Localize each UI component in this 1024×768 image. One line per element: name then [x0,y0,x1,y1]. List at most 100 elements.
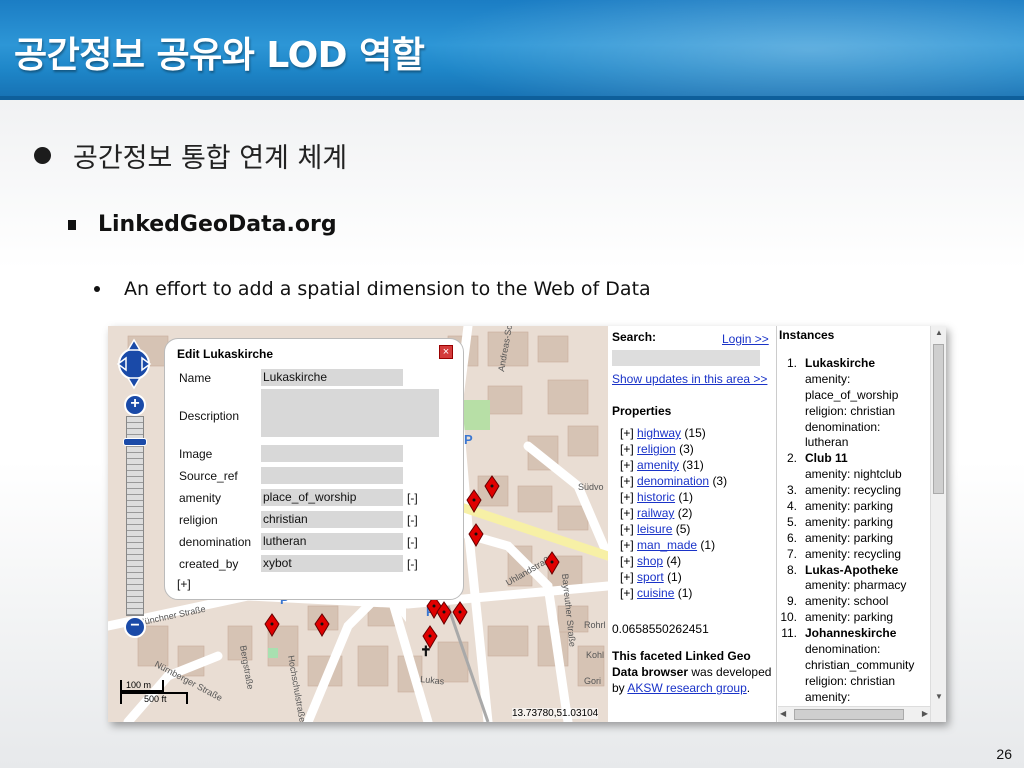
expand-toggle[interactable]: [+] [620,458,634,472]
property-link[interactable]: cuisine [637,586,674,600]
property-link[interactable]: amenity [637,458,679,472]
instance-number: 9. [786,594,797,609]
instance-line: 4. amenity: parking [777,499,927,515]
property-link[interactable]: denomination [637,474,709,488]
property-link[interactable]: historic [637,490,675,504]
scrollbar-thumb[interactable] [794,709,904,720]
instance-text: Club 11 [805,451,848,466]
scroll-right-icon[interactable]: ▶ [922,709,928,718]
field-row-source-ref: Source_ref [179,467,459,485]
property-link[interactable]: shop [637,554,663,568]
instance-line: amenity: [777,372,927,388]
field-label: denomination [179,535,252,549]
street-label: Kohl [586,650,604,660]
expand-toggle[interactable]: [+] [620,554,634,568]
scroll-up-icon[interactable]: ▲ [931,328,946,337]
property-link[interactable]: highway [637,426,681,440]
field-input[interactable]: christian [261,511,403,528]
vertical-scrollbar[interactable]: ▲ ▼ [930,326,946,722]
field-input[interactable] [261,467,403,484]
remove-field-button[interactable]: [-] [407,557,418,571]
slide-title: 공간정보 공유와 LOD 역할 [14,35,425,76]
street-label: Münchner Straße [136,604,206,628]
property-count: (1) [667,570,682,584]
property-link[interactable]: religion [637,442,676,456]
map-view[interactable]: Andreas-Schubert-Str. Münchner Straße Be… [108,326,608,722]
property-count: (3) [712,474,728,488]
credit-text: This faceted Linked Geo Data browser was… [612,648,772,696]
instance-line[interactable]: 1. Lukaskirche [777,356,927,372]
instance-text: Lukas-Apotheke [805,562,899,577]
login-link[interactable]: Login >> [722,332,769,346]
street-label: Rohrl [584,620,606,630]
field-input[interactable]: Lukaskirche [261,369,403,386]
property-count: (15) [684,426,706,440]
zoom-slider-track[interactable] [126,416,144,616]
field-label: religion [179,513,218,527]
remove-field-button[interactable]: [-] [407,535,418,549]
instance-line[interactable]: 2. Club 11 [777,451,927,467]
expand-toggle[interactable]: [+] [620,426,634,440]
field-row-created-by: created_by xybot [-] [179,555,459,573]
horizontal-scrollbar[interactable]: ◀ ▶ [778,706,930,722]
expand-toggle[interactable]: [+] [620,442,634,456]
map-coordinates: 13.73780,51.03104 [512,708,599,719]
pan-control-icon[interactable] [116,336,152,392]
show-updates-link[interactable]: Show updates in this area >> [612,372,768,387]
instances-panel: Instances 1. Lukaskirche amenity: place_of_… [776,326,946,722]
expand-toggle[interactable]: [+] [620,522,634,536]
field-input[interactable] [261,445,403,462]
field-input[interactable]: lutheran [261,533,403,550]
field-textarea[interactable] [261,389,439,437]
poi-marker-icon[interactable] [452,601,468,625]
field-label: Source_ref [179,469,238,483]
instance-text: amenity: nightclub [805,467,902,482]
instance-text: religion: christian [805,403,896,418]
expand-toggle[interactable]: [+] [620,586,634,600]
property-facet: [+] highway (15) [620,426,706,441]
instances-heading: Instances [779,328,835,342]
property-link[interactable]: leisure [637,522,672,536]
instance-line[interactable]: 11. Johanneskirche [777,626,927,642]
property-link[interactable]: sport [637,570,664,584]
field-row-amenity: amenity place_of_worship [-] [179,489,459,507]
property-count: (1) [677,586,693,600]
expand-toggle[interactable]: [+] [620,506,634,520]
parking-label: P [464,432,473,447]
zoom-slider-handle[interactable] [123,438,147,446]
scrollbar-thumb[interactable] [933,344,944,494]
instance-number: 1. [786,356,797,370]
aksw-link[interactable]: AKSW research group [627,681,746,695]
bullet-level2: LinkedGeoData.org [68,212,337,237]
instance-text: denomination: [805,419,881,434]
field-input[interactable]: xybot [261,555,403,572]
scroll-down-icon[interactable]: ▼ [931,692,946,701]
add-field-button[interactable]: [+] [177,577,191,591]
street-label: Südvo [578,482,604,492]
expand-toggle[interactable]: [+] [620,570,634,584]
zoom-out-button[interactable]: − [124,616,146,638]
popup-title: Edit Lukaskirche [177,347,274,361]
bullet-level2-text: LinkedGeoData.org [98,212,337,237]
instance-line[interactable]: 8. Lukas-Apotheke [777,563,927,579]
linkedgeodata-screenshot: Andreas-Schubert-Str. Münchner Straße Be… [108,326,946,722]
scroll-left-icon[interactable]: ◀ [780,709,786,718]
property-facet: [+] cuisine (1) [620,586,692,601]
field-input[interactable]: place_of_worship [261,489,403,506]
street-label: Bergstraße [238,645,256,691]
instance-line: denomination: [777,420,927,436]
expand-toggle[interactable]: [+] [620,538,634,552]
property-count: (31) [682,458,704,472]
zoom-in-button[interactable]: + [124,394,146,416]
instance-line: 10. amenity: parking [777,610,927,626]
remove-field-button[interactable]: [-] [407,513,418,527]
expand-toggle[interactable]: [+] [620,490,634,504]
expand-toggle[interactable]: [+] [620,474,634,488]
close-icon[interactable]: × [439,345,453,359]
remove-field-button[interactable]: [-] [407,491,418,505]
property-link[interactable]: railway [637,506,674,520]
property-count: (3) [679,442,694,456]
search-input[interactable] [612,350,760,366]
property-facet: [+] amenity (31) [620,458,704,473]
property-link[interactable]: man_made [637,538,697,552]
